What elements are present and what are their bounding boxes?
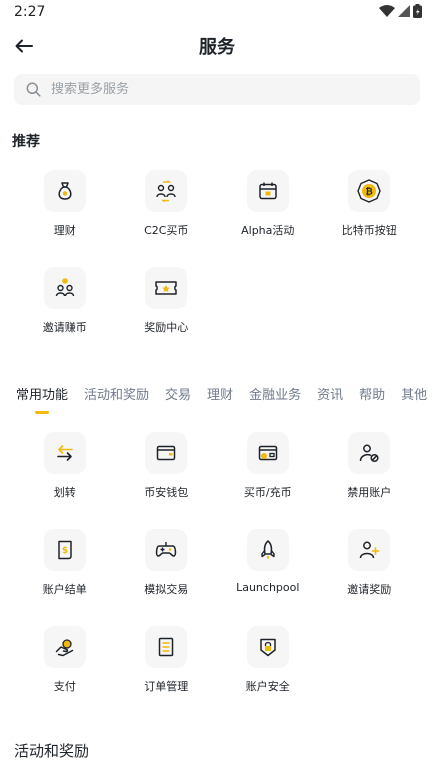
tab-finance[interactable]: 金融业务 [241,386,309,416]
service-tile[interactable]: 禁用账户 [319,427,421,524]
tile-label: 禁用账户 [347,486,392,499]
tile-label: 奖励中心 [144,321,189,334]
search-bar[interactable] [14,74,420,105]
money-bag-icon [43,170,86,212]
pay-icon [43,626,86,668]
tile-label: 支付 [53,680,76,693]
service-tile[interactable]: $ 账户结单 [14,524,116,621]
service-tile[interactable]: Launchpool [217,524,319,621]
status-time: 2:27 [14,4,46,20]
tab-earn[interactable]: 理财 [199,386,241,416]
common-grid: 划转 币安钱包 买币/充币 禁用账户 $ 账户结单 模拟交易 Launchpoo… [14,427,420,718]
ticket-icon [145,267,188,309]
category-tabs: 常用功能 活动和奖励 交易 理财 金融业务 资讯 帮助 其他 [0,386,434,416]
rocket-icon [246,529,289,571]
activities-section-title: 活动和奖励 [14,742,90,760]
tile-label: 理财 [53,224,76,237]
transfer-icon [43,432,86,474]
tile-label: 划转 [53,486,76,499]
tab-activities[interactable]: 活动和奖励 [76,386,157,416]
service-tile[interactable]: 邀请赚币 [14,262,116,359]
calendar-icon [246,170,289,212]
service-tile[interactable]: 支付 [14,621,116,718]
tile-label: 比特币按钮 [341,224,397,237]
service-tile[interactable]: 账户安全 [217,621,319,718]
service-tile[interactable]: Alpha活动 [217,165,319,262]
service-tile[interactable]: 奖励中心 [116,262,218,359]
service-tile[interactable]: C2C买币 [116,165,218,262]
header: 服务 [0,26,434,66]
tile-label: 模拟交易 [144,583,189,596]
search-icon [26,82,41,97]
orders-icon [145,626,188,668]
tile-label: 币安钱包 [144,486,189,499]
svg-text:₿: ₿ [366,187,373,198]
status-icons [379,4,422,18]
search-input[interactable] [51,82,391,97]
gamepad-icon [145,529,188,571]
tab-other[interactable]: 其他 [393,386,434,416]
page-title: 服务 [199,37,235,58]
lock-shield-icon [246,626,289,668]
service-tile[interactable]: 模拟交易 [116,524,218,621]
tile-label: 订单管理 [144,680,189,693]
invite-user-icon [348,529,391,571]
tab-trade[interactable]: 交易 [157,386,199,416]
tile-label: Launchpool [236,581,300,594]
tile-label: 账户结单 [42,583,87,596]
tile-label: 买币/充币 [243,486,292,499]
bitcoin-icon: ₿ [348,170,391,212]
disable-account-icon [348,432,391,474]
tile-label: C2C买币 [144,224,189,237]
tile-label: Alpha活动 [241,224,295,237]
tab-help[interactable]: 帮助 [351,386,393,416]
invite-coin-icon [43,267,86,309]
tile-label: 邀请奖励 [347,583,392,596]
buy-crypto-icon [246,432,289,474]
tile-label: 邀请赚币 [42,321,87,334]
wallet-icon [145,432,188,474]
service-tile[interactable]: 理财 [14,165,116,262]
service-tile[interactable]: 订单管理 [116,621,218,718]
recommended-grid: 理财 C2C买币 Alpha活动 ₿ 比特币按钮 邀请赚币 奖励中心 [14,165,420,359]
service-tile[interactable]: 币安钱包 [116,427,218,524]
service-tile[interactable]: 邀请奖励 [319,524,421,621]
wifi-icon [379,5,395,17]
tab-news[interactable]: 资讯 [309,386,351,416]
recommended-title: 推荐 [12,134,40,150]
status-bar: 2:27 [0,0,434,24]
users-exchange-icon [145,170,188,212]
battery-icon [413,4,422,18]
service-tile[interactable]: 划转 [14,427,116,524]
service-tile[interactable]: 买币/充币 [217,427,319,524]
service-tile[interactable]: ₿ 比特币按钮 [319,165,421,262]
active-tab-indicator [35,411,49,414]
statement-icon: $ [43,529,86,571]
tile-label: 账户安全 [245,680,290,693]
svg-text:$: $ [62,546,68,556]
signal-icon [398,5,410,17]
